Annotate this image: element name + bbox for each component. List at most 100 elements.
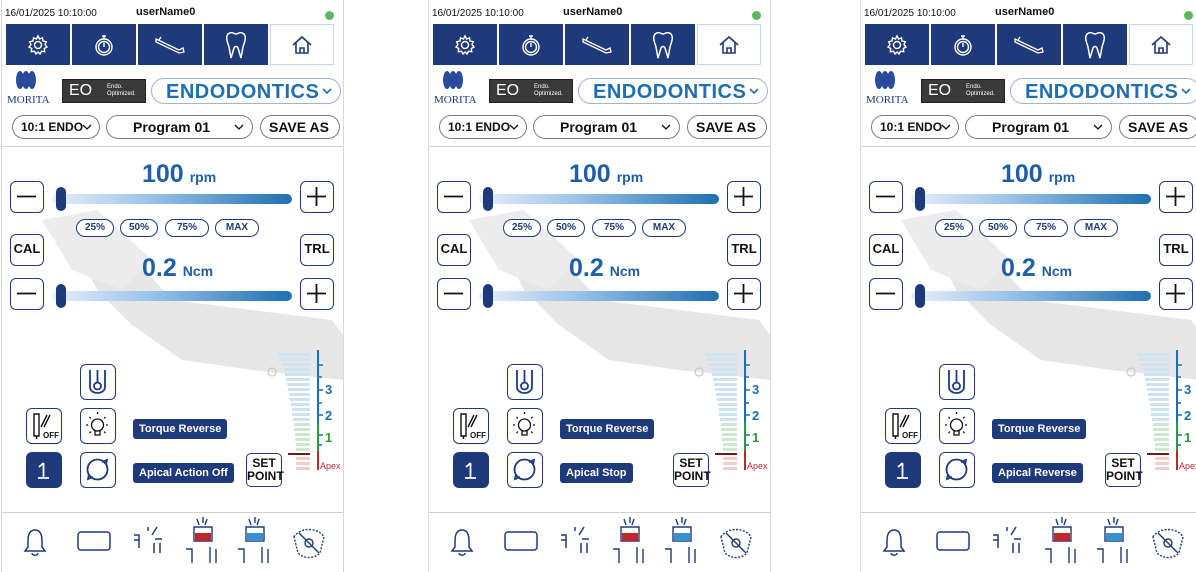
handpiece-button[interactable] [138,24,202,65]
light-button[interactable] [80,408,116,444]
save-as-button[interactable]: SAVE AS [687,115,767,139]
program-dropdown[interactable]: Program 01 [106,115,253,139]
bell-icon[interactable] [22,527,48,557]
preset-75-button[interactable]: 75% [1024,219,1068,237]
mode-selector[interactable]: ENDODONTICS [151,78,341,104]
tooth-button[interactable] [1063,24,1127,65]
torque-decrease-button[interactable] [869,278,903,310]
apical-action-button[interactable] [26,452,62,488]
cal-button[interactable]: CAL [10,234,44,266]
timer-button[interactable] [499,24,563,65]
torque-reverse-label[interactable]: Torque Reverse [560,419,655,439]
preset-25-button[interactable]: 25% [503,219,541,237]
preset-max-button[interactable]: MAX [642,219,686,237]
torque-decrease-button[interactable] [10,278,44,310]
home-button[interactable] [1129,24,1193,65]
preset-25-button[interactable]: 25% [76,219,114,237]
file-holder-icon[interactable] [989,523,1025,557]
handpiece-button[interactable] [997,24,1061,65]
file-holder-icon[interactable] [130,523,166,557]
timer-button[interactable] [72,24,136,65]
bell-icon[interactable] [449,527,475,557]
torque-reverse-label[interactable]: Torque Reverse [992,419,1087,439]
tooth-button[interactable] [631,24,695,65]
save-as-button[interactable]: SAVE AS [1119,115,1196,139]
torque-slider[interactable] [52,291,292,301]
torque-increase-button[interactable] [300,278,334,310]
file-stop-button[interactable] [80,364,116,400]
speed-increase-button[interactable] [727,181,761,213]
preset-max-button[interactable]: MAX [1074,219,1118,237]
file-stop-button[interactable] [507,364,543,400]
light-off-icon[interactable] [1149,523,1187,561]
timer-button[interactable] [931,24,995,65]
auto-off-button[interactable]: OFF [26,408,62,444]
speed-decrease-button[interactable] [10,181,44,213]
torque-slider[interactable] [479,291,719,301]
trl-button[interactable]: TRL [1159,234,1193,266]
gear-ratio-dropdown[interactable]: 10:1 ENDO [439,115,527,139]
mode-selector[interactable]: ENDODONTICS [578,78,768,104]
speed-slider[interactable] [911,194,1151,204]
rectangle-icon[interactable] [76,530,112,552]
light-off-icon[interactable] [717,523,755,561]
blue-irrigation-icon[interactable] [234,515,278,567]
torque-decrease-button[interactable] [437,278,471,310]
torque-slider-thumb[interactable] [483,284,493,308]
rotation-button[interactable] [939,452,975,488]
trl-button[interactable]: TRL [300,234,334,266]
preset-max-button[interactable]: MAX [215,219,259,237]
file-holder-icon[interactable] [557,523,593,557]
handpiece-button[interactable] [565,24,629,65]
gear-ratio-dropdown[interactable]: 10:1 ENDO [871,115,959,139]
speed-increase-button[interactable] [1159,181,1193,213]
light-button[interactable] [507,408,543,444]
mode-selector[interactable]: ENDODONTICS [1010,78,1196,104]
preset-75-button[interactable]: 75% [592,219,636,237]
gear-ratio-dropdown[interactable]: 10:1 ENDO [12,115,100,139]
rectangle-icon[interactable] [503,530,539,552]
torque-reverse-label[interactable]: Torque Reverse [133,419,228,439]
apical-mode-label[interactable]: Apical Action Off [133,463,234,483]
torque-increase-button[interactable] [1159,278,1193,310]
red-irrigation-icon[interactable] [609,515,653,567]
preset-25-button[interactable]: 25% [935,219,973,237]
settings-button[interactable] [433,24,497,65]
tooth-button[interactable] [204,24,268,65]
speed-decrease-button[interactable] [869,181,903,213]
speed-slider[interactable] [479,194,719,204]
settings-button[interactable] [865,24,929,65]
speed-slider-thumb[interactable] [915,187,925,211]
red-irrigation-icon[interactable] [182,515,226,567]
speed-increase-button[interactable] [300,181,334,213]
torque-slider-thumb[interactable] [56,284,66,308]
home-button[interactable] [270,24,334,65]
torque-slider[interactable] [911,291,1151,301]
speed-slider-thumb[interactable] [56,187,66,211]
rotation-button[interactable] [80,452,116,488]
preset-50-button[interactable]: 50% [979,219,1017,237]
cal-button[interactable]: CAL [437,234,471,266]
trl-button[interactable]: TRL [727,234,761,266]
light-off-icon[interactable] [290,523,328,561]
home-button[interactable] [697,24,761,65]
preset-75-button[interactable]: 75% [165,219,209,237]
red-irrigation-icon[interactable] [1041,515,1085,567]
save-as-button[interactable]: SAVE AS [260,115,340,139]
speed-decrease-button[interactable] [437,181,471,213]
program-dropdown[interactable]: Program 01 [533,115,680,139]
apical-mode-label[interactable]: Apical Reverse [992,463,1083,483]
speed-slider[interactable] [52,194,292,204]
speed-slider-thumb[interactable] [483,187,493,211]
rectangle-icon[interactable] [935,530,971,552]
blue-irrigation-icon[interactable] [1093,515,1137,567]
torque-slider-thumb[interactable] [915,284,925,308]
preset-50-button[interactable]: 50% [547,219,585,237]
apical-action-button[interactable] [453,452,489,488]
auto-off-button[interactable]: OFF [453,408,489,444]
file-stop-button[interactable] [939,364,975,400]
rotation-button[interactable] [507,452,543,488]
program-dropdown[interactable]: Program 01 [965,115,1112,139]
settings-button[interactable] [6,24,70,65]
auto-off-button[interactable]: OFF [885,408,921,444]
